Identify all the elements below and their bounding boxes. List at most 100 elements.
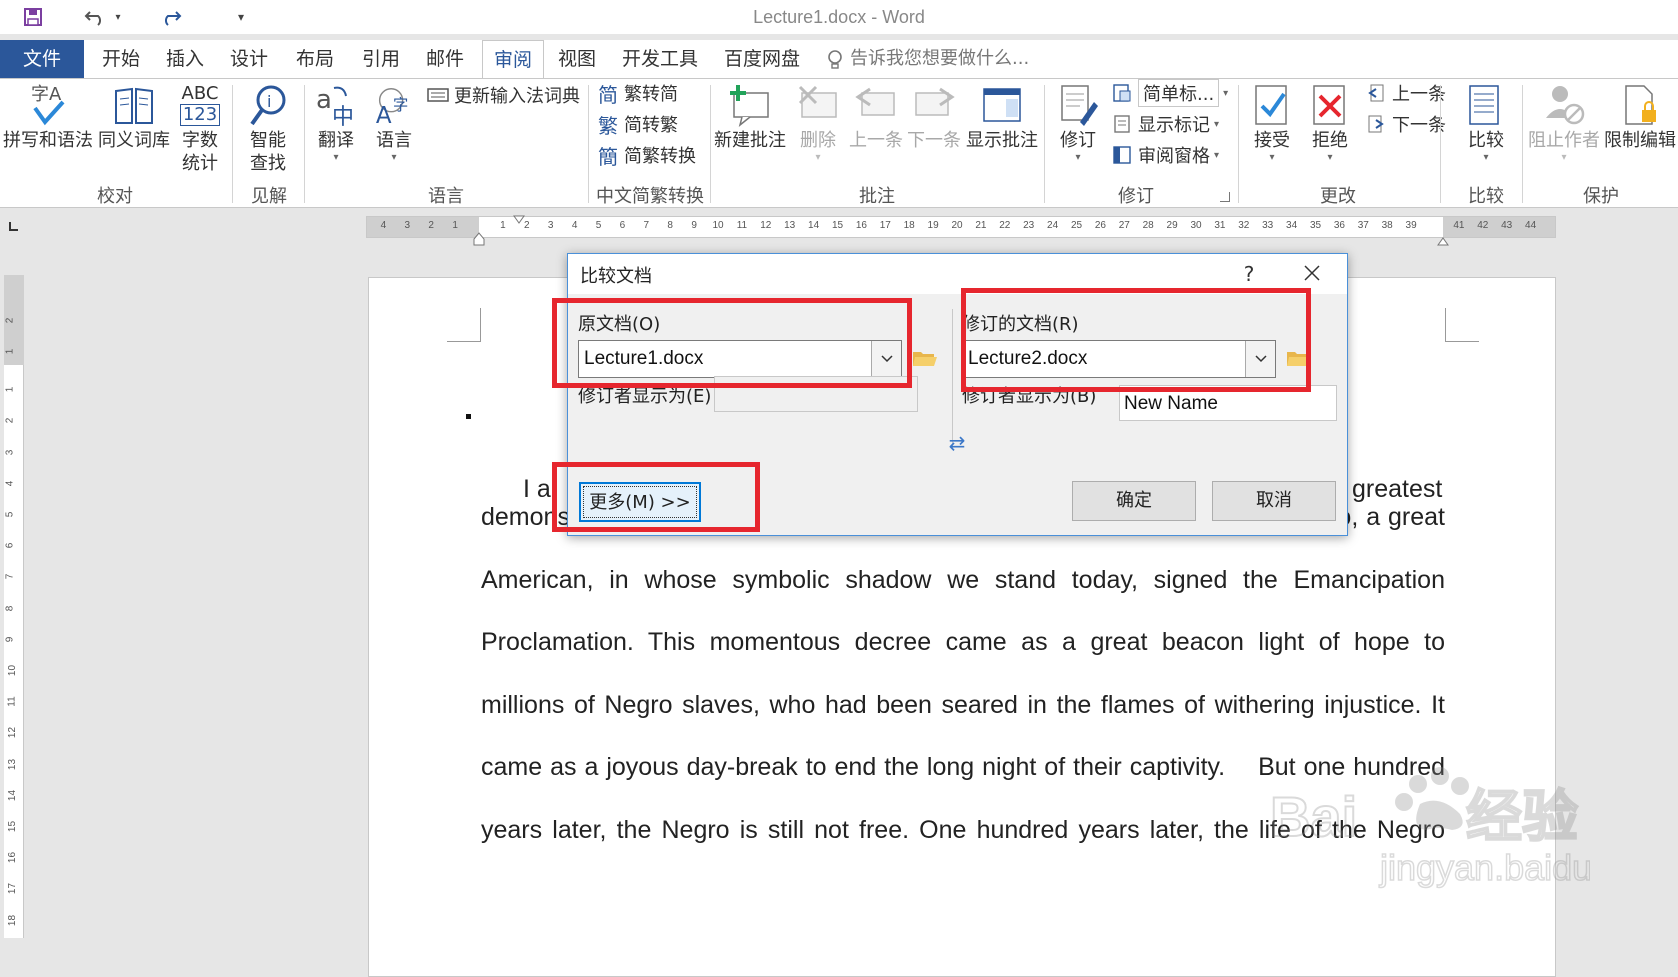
swap-documents-icon[interactable]: ⇄	[946, 432, 968, 454]
show-markup-icon	[1110, 112, 1134, 136]
tab-layout[interactable]: 布局	[290, 40, 340, 78]
block-authors-button[interactable]: 阻止作者 ▾	[1526, 81, 1602, 163]
previous-comment-icon	[854, 81, 898, 129]
block-authors-icon	[1542, 81, 1586, 129]
reviewing-pane-button[interactable]: 审阅窗格 ▾	[1110, 141, 1219, 169]
cancel-button[interactable]: 取消	[1212, 481, 1336, 521]
tab-references[interactable]: 引用	[356, 40, 406, 78]
chinese-conversion-button[interactable]: 簡 简繁转换	[596, 141, 696, 169]
horizontal-ruler-area: 4 3 2 1 1 2 3 4 5 6 7 8 9 10 11 12 13 14 15 16 17 18 19 20 21 22 2…	[0, 208, 1678, 246]
paragraph-mark	[466, 414, 471, 419]
horizontal-ruler[interactable]: 4 3 2 1 1 2 3 4 5 6 7 8 9 10 11 12 13 14 15 16 17 18 19 20 21 22 2…	[366, 216, 1556, 238]
traditional-to-simplified-button[interactable]: 简 繁转简	[596, 79, 678, 107]
traditional-char-icon: 繁	[598, 113, 618, 138]
convert-char-icon: 簡	[598, 144, 618, 169]
svg-text:a: a	[316, 85, 332, 115]
tab-view[interactable]: 视图	[552, 40, 602, 78]
accept-button[interactable]: 接受 ▾	[1244, 81, 1300, 163]
browse-original-folder-icon[interactable]	[912, 348, 940, 370]
highlight-revised-document	[961, 288, 1311, 392]
ruler-number: 14	[808, 220, 820, 231]
ruler-number: 25	[1070, 220, 1083, 231]
tab-insert[interactable]: 插入	[160, 40, 210, 78]
left-indent-marker[interactable]	[473, 231, 485, 250]
next-change-icon	[1364, 112, 1388, 136]
book-icon	[112, 81, 156, 129]
word-count-button[interactable]: ABC 123 字数 统计	[174, 81, 226, 175]
simplified-to-traditional-button[interactable]: 繁 简转繁	[596, 110, 678, 138]
tab-selector[interactable]	[0, 208, 30, 244]
dropdown-caret-icon: ▾	[391, 152, 397, 163]
update-ime-dictionary-button[interactable]: 更新输入法词典	[426, 81, 580, 109]
translate-button[interactable]: a中 翻译 ▾	[308, 81, 364, 163]
next-change-button[interactable]: 下一条	[1364, 110, 1446, 138]
ribbon: 字A 拼写和语法 同义词库 ABC 123 字数 统计 校对 i 智能 查找 见…	[0, 78, 1678, 208]
group-label-comments: 批注	[859, 186, 895, 207]
dialog-launcher-icon[interactable]	[1220, 192, 1230, 202]
vertical-ruler[interactable]: 2 1 1 2 3 4 5 6 7 8 9 10 11 12 13 14 15 16 17 18	[4, 275, 24, 938]
dialog-separator	[952, 309, 953, 449]
right-indent-marker[interactable]	[1437, 231, 1449, 250]
ruler-number: 17	[7, 883, 19, 895]
ruler-number: 43	[1501, 220, 1513, 231]
highlight-more-button	[552, 462, 760, 532]
tab-home[interactable]: 开始	[96, 40, 146, 78]
tell-me-input[interactable]: 告诉我您想要做什么...	[850, 40, 1029, 78]
lightbulb-icon	[826, 49, 844, 75]
tab-file[interactable]: 文件	[0, 40, 84, 78]
delete-comment-button[interactable]: 删除 ▾	[790, 81, 846, 163]
ruler-number: 23	[1023, 220, 1035, 231]
ruler-number: 9	[691, 220, 697, 231]
window-title: Lecture1.docx - Word	[753, 7, 925, 27]
tab-mailings[interactable]: 邮件	[420, 40, 470, 78]
ruler-number: 11	[736, 220, 748, 231]
next-comment-button[interactable]: 下一条	[906, 81, 962, 152]
crop-mark	[447, 308, 481, 342]
svg-text:字A: 字A	[31, 84, 62, 105]
tab-baidu-pan[interactable]: 百度网盘	[720, 40, 804, 78]
ruler-number: 19	[927, 220, 939, 231]
compare-button[interactable]: 比较 ▾	[1458, 81, 1514, 163]
reviewing-pane-icon	[1110, 143, 1134, 167]
baidu-watermark: Bai 经验 jingyan.baidu.com	[1269, 756, 1671, 896]
close-button[interactable]	[1296, 260, 1328, 288]
language-button[interactable]: A字 语言 ▾	[366, 81, 422, 163]
svg-text:jingyan.baidu.com: jingyan.baidu.com	[1379, 847, 1590, 888]
previous-change-button[interactable]: 上一条	[1364, 79, 1446, 107]
thesaurus-button[interactable]: 同义词库	[96, 81, 172, 152]
ruler-number: 1	[4, 386, 16, 393]
track-changes-button[interactable]: 修订 ▾	[1050, 81, 1106, 163]
close-icon	[1304, 265, 1320, 281]
restrict-editing-button[interactable]: 限制编辑	[1602, 81, 1678, 152]
dropdown-caret-icon: ▾	[1075, 152, 1081, 163]
reject-button[interactable]: 拒绝 ▾	[1302, 81, 1358, 163]
first-line-indent-marker[interactable]	[513, 210, 525, 229]
ruler-number: 20	[951, 220, 963, 231]
previous-comment-button[interactable]: 上一条	[848, 81, 904, 152]
tab-review[interactable]: 审阅	[482, 40, 544, 80]
group-separator	[1440, 85, 1441, 203]
ruler-number: 4	[4, 480, 16, 487]
show-comments-button[interactable]: 显示批注	[964, 81, 1040, 152]
ruler-number: 6	[619, 220, 626, 231]
spelling-grammar-button[interactable]: 字A 拼写和语法	[2, 81, 94, 152]
group-label-language: 语言	[428, 186, 464, 207]
ruler-number: 12	[7, 727, 19, 739]
new-comment-button[interactable]: 新建批注	[712, 81, 788, 152]
dropdown-caret-icon: ▾	[815, 152, 821, 163]
ruler-number: 32	[1238, 220, 1250, 231]
dropdown-caret-icon: ▾	[1483, 152, 1489, 163]
tab-design[interactable]: 设计	[224, 40, 274, 78]
display-for-review-dropdown[interactable]: 简单标... ▾	[1110, 79, 1228, 107]
ok-button[interactable]: 确定	[1072, 481, 1196, 521]
ruler-number: 31	[1214, 220, 1226, 231]
group-label-insights: 见解	[251, 186, 287, 207]
help-button[interactable]: ?	[1235, 260, 1263, 288]
dropdown-caret-icon: ▾	[1214, 149, 1220, 161]
ruler-number: 13	[7, 758, 19, 770]
ruler-number: 11	[6, 696, 18, 707]
show-markup-button[interactable]: 显示标记 ▾	[1110, 110, 1219, 138]
ruler-number: 28	[1142, 220, 1154, 231]
smart-lookup-button[interactable]: i 智能 查找	[240, 81, 296, 175]
tab-developer[interactable]: 开发工具	[618, 40, 702, 78]
